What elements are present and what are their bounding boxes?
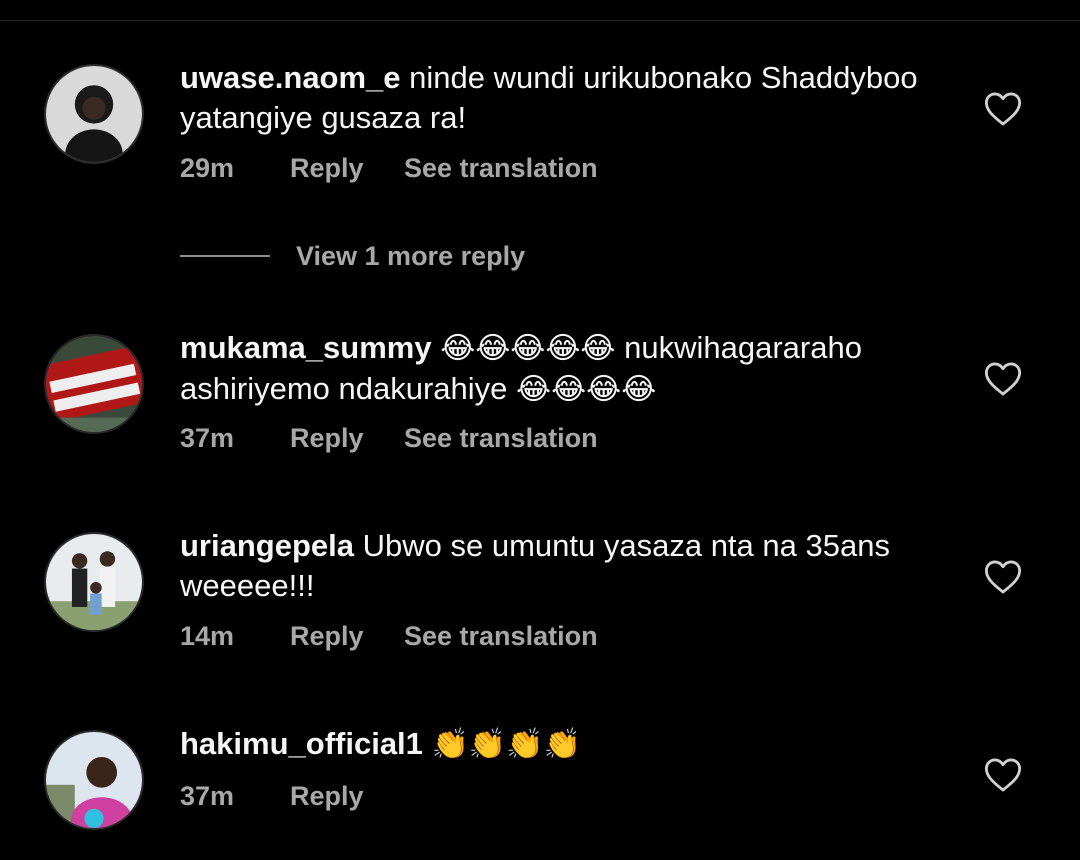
avatar[interactable] [44, 334, 144, 434]
heart-icon[interactable] [984, 757, 1022, 793]
heart-icon[interactable] [984, 559, 1022, 595]
comment-emoji: 👏👏👏👏 [431, 727, 581, 762]
comment-meta: 37m Reply [180, 779, 404, 813]
see-translation-button[interactable]: See translation [404, 621, 598, 652]
comment-text: mukama_summy 😂😂😂😂😂 nukwihagararaho ashir… [180, 328, 940, 410]
comment-username[interactable]: hakimu_official1 [180, 726, 423, 761]
view-more-replies-label: View 1 more reply [296, 240, 526, 271]
avatar-photo [46, 534, 142, 630]
comment-text: hakimu_official1 👏👏👏👏 [180, 724, 940, 765]
see-translation-button[interactable]: See translation [404, 153, 598, 184]
comment-emoji-trailing: 😂😂😂😂 [516, 372, 657, 407]
comment-username[interactable]: mukama_summy [180, 330, 432, 365]
comment-text: uriangepela Ubwo se umuntu yasaza nta na… [180, 526, 940, 606]
comment-emoji: 😂😂😂😂😂 [440, 331, 616, 366]
heart-icon[interactable] [984, 361, 1022, 397]
top-divider [0, 20, 1080, 21]
comment-timestamp: 37m [180, 422, 235, 453]
view-more-replies-button[interactable]: View 1 more reply [180, 238, 525, 274]
comment-timestamp: 37m [180, 780, 235, 811]
comment-username[interactable]: uriangepela [180, 528, 354, 563]
avatar[interactable] [44, 730, 144, 830]
avatar-photo [46, 336, 142, 432]
reply-button[interactable]: Reply [290, 423, 404, 454]
comment-meta: 37m Reply See translation [180, 421, 598, 455]
comment-meta: 29m Reply See translation [180, 151, 598, 185]
avatar-photo [46, 732, 142, 828]
see-translation-button[interactable]: See translation [404, 423, 598, 454]
avatar-photo [46, 66, 142, 162]
reply-button[interactable]: Reply [290, 781, 404, 812]
comment-meta: 14m Reply See translation [180, 619, 598, 653]
reply-button[interactable]: Reply [290, 153, 404, 184]
comment-timestamp: 29m [180, 152, 235, 183]
comment-text: uwase.naom_e ninde wundi urikubonako Sha… [180, 58, 940, 138]
heart-icon[interactable] [984, 91, 1022, 127]
avatar[interactable] [44, 64, 144, 164]
reply-button[interactable]: Reply [290, 621, 404, 652]
avatar[interactable] [44, 532, 144, 632]
comment-timestamp: 14m [180, 620, 235, 651]
comment-username[interactable]: uwase.naom_e [180, 60, 401, 95]
replies-divider-line [180, 255, 270, 257]
